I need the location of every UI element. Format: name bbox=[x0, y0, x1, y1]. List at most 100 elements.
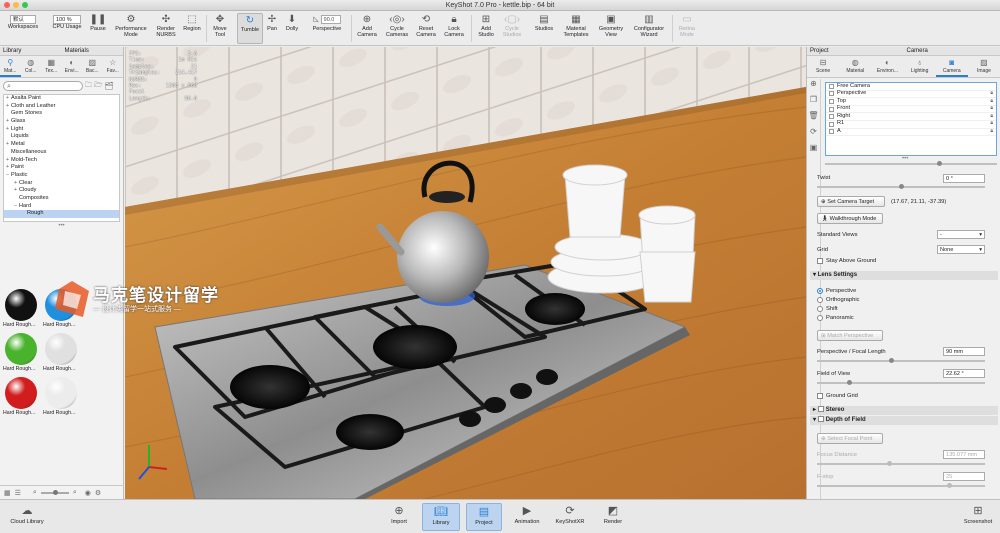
tab-camera[interactable]: ◙ Camera bbox=[935, 56, 968, 77]
expand-toggle-icon[interactable]: + bbox=[4, 103, 11, 111]
tumble-button[interactable]: ↻ Tumble bbox=[237, 13, 263, 44]
project-toggle-button[interactable]: ▤ Project bbox=[466, 503, 502, 531]
lock-icon[interactable]: 🔒︎ bbox=[990, 90, 993, 98]
expand-toggle-icon[interactable]: − bbox=[12, 203, 19, 211]
tree-item[interactable]: Rough bbox=[4, 210, 119, 218]
render-button[interactable]: ◩ Render bbox=[598, 503, 628, 531]
slider-knob[interactable] bbox=[937, 161, 942, 166]
orthographic-radio[interactable]: Orthographic bbox=[817, 297, 860, 303]
stereo-section[interactable]: ▸ Stereo bbox=[810, 406, 998, 415]
minimize-window-button[interactable] bbox=[13, 2, 19, 8]
tab-environments[interactable]: ◐ Envi... bbox=[62, 56, 83, 77]
tab-colors[interactable]: ◍ Col... bbox=[21, 56, 42, 77]
expand-toggle-icon[interactable]: + bbox=[12, 187, 19, 195]
performance-mode-button[interactable]: ⚙ Performance Mode bbox=[110, 13, 152, 44]
lock-icon[interactable]: 🔒︎ bbox=[990, 113, 993, 121]
animation-button[interactable]: ▶ Animation bbox=[510, 503, 544, 531]
panoramic-radio[interactable]: Panoramic bbox=[817, 315, 854, 321]
field-of-view-slider[interactable] bbox=[817, 380, 985, 385]
duplicate-camera-icon[interactable]: ❐ bbox=[807, 95, 820, 111]
add-camera-button[interactable]: ⊕ Add Camera bbox=[355, 13, 379, 44]
workspace-select[interactable]: 默认 bbox=[10, 15, 36, 24]
dof-checkbox[interactable] bbox=[817, 416, 824, 422]
lock-icon[interactable]: 🔒︎ bbox=[990, 105, 993, 113]
tree-item[interactable]: + Paint bbox=[4, 164, 119, 172]
focus-distance-field[interactable]: 135.077 mm bbox=[943, 450, 985, 459]
configurator-wizard-button[interactable]: ▥ Configurator Wizard bbox=[630, 13, 668, 44]
close-window-button[interactable] bbox=[4, 2, 10, 8]
splitter-handle[interactable]: ••• bbox=[0, 223, 123, 230]
tree-item[interactable]: Miscellaneous bbox=[4, 149, 119, 157]
delete-camera-icon[interactable]: 🗑︎ bbox=[807, 111, 820, 127]
cycle-cameras-button[interactable]: ‹◎› Cycle Cameras bbox=[383, 13, 411, 44]
geometry-view-button[interactable]: ▣ Geometry View bbox=[596, 13, 626, 44]
camera-list-item[interactable]: Front 🔒︎ bbox=[826, 105, 996, 114]
expand-toggle-icon[interactable]: + bbox=[4, 141, 11, 149]
camera-list-item[interactable]: Right 🔒︎ bbox=[826, 113, 996, 121]
camera-list-item[interactable]: A 🔒︎ bbox=[826, 128, 996, 137]
expand-toggle-icon[interactable]: + bbox=[4, 164, 11, 172]
slider-knob[interactable] bbox=[52, 489, 58, 495]
preview-icon[interactable]: ◉ bbox=[85, 489, 91, 497]
folder-add-icon[interactable]: 🗀︎ bbox=[85, 81, 92, 92]
camera-list-item[interactable]: Top 🔒︎ bbox=[826, 98, 996, 106]
grid-select[interactable]: None ▾ bbox=[937, 245, 985, 254]
lock-icon[interactable]: 🔒︎ bbox=[990, 98, 993, 106]
tab-image[interactable]: ▨ Image bbox=[968, 56, 1000, 77]
expand-toggle-icon[interactable]: + bbox=[4, 157, 11, 165]
stay-above-ground-checkbox[interactable]: Stay Above Ground bbox=[817, 258, 876, 264]
fstop-field[interactable]: 25 bbox=[943, 472, 985, 481]
library-toggle-button[interactable]: 📖︎ Library bbox=[422, 503, 460, 531]
material-thumbnail[interactable]: Hard Rough... bbox=[3, 375, 41, 419]
material-thumbnail[interactable]: Hard Rough... bbox=[43, 375, 81, 419]
scene-render[interactable] bbox=[125, 47, 806, 499]
move-tool-button[interactable]: ✥ Move Tool bbox=[209, 13, 231, 44]
material-thumbnail[interactable]: Hard Rough... bbox=[43, 331, 81, 375]
stereo-checkbox[interactable] bbox=[817, 406, 824, 412]
ground-grid-checkbox[interactable]: Ground Grid bbox=[817, 393, 858, 399]
tree-item[interactable]: Gem Stones bbox=[4, 110, 119, 118]
workspaces-control[interactable]: 默认 Workspaces bbox=[3, 13, 43, 44]
camera-list-item[interactable]: R1 🔒︎ bbox=[826, 120, 996, 129]
walkthrough-mode-button[interactable]: 🚶︎ Walkthrough Mode bbox=[817, 213, 883, 224]
expand-toggle-icon[interactable]: + bbox=[4, 95, 11, 103]
cpu-select[interactable]: 100 % bbox=[53, 15, 81, 24]
focal-length-slider[interactable] bbox=[817, 358, 985, 363]
twist-slider[interactable] bbox=[817, 184, 985, 189]
retina-mode-button[interactable]: ▭ Retina Mode bbox=[676, 13, 698, 44]
camera-list-item[interactable]: Perspective 🔒︎ bbox=[826, 90, 996, 99]
tree-item[interactable]: − Plastic bbox=[4, 172, 119, 180]
expand-toggle-icon[interactable]: + bbox=[4, 126, 11, 134]
studios-button[interactable]: ▤ Studios bbox=[532, 13, 556, 44]
select-focal-point-button[interactable]: ⊕ Select Focal Point bbox=[817, 433, 883, 444]
lock-icon[interactable]: 🔒︎ bbox=[990, 120, 993, 128]
field-of-view-field[interactable]: 22.62 ° bbox=[943, 369, 985, 378]
tree-item[interactable]: + Glass bbox=[4, 118, 119, 126]
tree-item[interactable]: Composites bbox=[4, 195, 119, 203]
tree-item[interactable]: + Cloudy bbox=[4, 187, 119, 195]
tab-lighting[interactable]: ♁ Lighting bbox=[904, 56, 936, 77]
material-templates-button[interactable]: ▦ Material Templates bbox=[559, 13, 593, 44]
material-thumbnail[interactable]: Hard Rough... bbox=[3, 331, 41, 375]
tab-environment[interactable]: ◐ Environ... bbox=[871, 56, 903, 77]
lens-settings-section[interactable]: ▾ Lens Settings bbox=[810, 271, 998, 280]
slider-knob[interactable] bbox=[947, 483, 952, 488]
settings-icon[interactable]: ⚙ bbox=[95, 489, 101, 497]
perspective-field[interactable]: 90.0 bbox=[320, 15, 341, 24]
refresh-camera-icon[interactable]: ⟳ bbox=[807, 127, 820, 143]
cpu-usage-control[interactable]: 100 % CPU Usage bbox=[48, 13, 86, 44]
slider-knob[interactable] bbox=[847, 380, 852, 385]
keyshotxr-button[interactable]: ⟳ KeyShotXR bbox=[550, 503, 590, 531]
import-button[interactable]: ⊕ Import bbox=[384, 503, 414, 531]
set-camera-target-button[interactable]: ⊕ Set Camera Target bbox=[817, 196, 885, 207]
tree-item[interactable]: + Light bbox=[4, 126, 119, 134]
camera-list-slider[interactable] bbox=[825, 161, 997, 166]
slider-knob[interactable] bbox=[899, 184, 904, 189]
material-thumbnail[interactable]: Hard Rough... bbox=[3, 287, 41, 331]
expand-toggle-icon[interactable]: + bbox=[12, 180, 19, 188]
lock-icon[interactable]: 🔒︎ bbox=[990, 128, 993, 136]
tab-textures[interactable]: ▦ Tex... bbox=[41, 56, 62, 77]
cycle-studios-button[interactable]: ‹▢› Cycle Studios bbox=[500, 13, 524, 44]
focal-length-field[interactable]: 90 mm bbox=[943, 347, 985, 356]
grid-view-icon[interactable]: ▦ bbox=[4, 489, 11, 497]
